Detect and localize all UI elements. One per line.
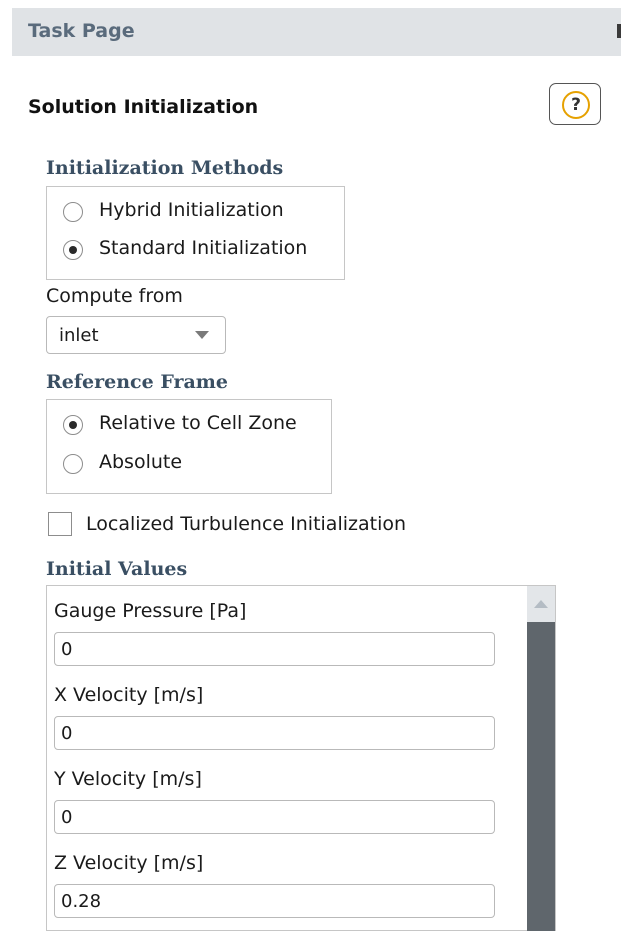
panel-edge-handle[interactable] bbox=[617, 24, 621, 38]
initial-values-scrollbar[interactable] bbox=[527, 586, 555, 931]
init-methods-group: Hybrid Initialization Standard Initializ… bbox=[46, 186, 345, 280]
compute-from-value: inlet bbox=[59, 325, 99, 346]
radio-button[interactable] bbox=[63, 240, 83, 260]
y-velocity-label: Y Velocity [m/s] bbox=[54, 768, 202, 790]
compute-from-dropdown[interactable]: inlet bbox=[46, 316, 226, 354]
chevron-up-icon bbox=[534, 600, 548, 608]
x-velocity-label: X Velocity [m/s] bbox=[54, 684, 204, 706]
help-button[interactable]: ? bbox=[549, 83, 601, 125]
radio-label: Standard Initialization bbox=[99, 237, 308, 259]
reference-frame-group: Relative to Cell Zone Absolute bbox=[46, 399, 332, 494]
radio-label: Absolute bbox=[99, 451, 183, 473]
task-page-title: Task Page bbox=[28, 20, 135, 42]
question-mark-icon: ? bbox=[562, 91, 590, 119]
initial-values-panel: Gauge Pressure [Pa] X Velocity [m/s] Y V… bbox=[46, 585, 556, 931]
task-page-header: Task Page bbox=[12, 8, 621, 56]
scroll-up-button[interactable] bbox=[527, 586, 555, 622]
panel-title: Solution Initialization bbox=[28, 96, 259, 118]
gauge-pressure-input[interactable] bbox=[54, 632, 495, 666]
chevron-down-icon bbox=[195, 331, 209, 339]
z-velocity-label: Z Velocity [m/s] bbox=[54, 852, 204, 874]
radio-button[interactable] bbox=[63, 454, 83, 474]
x-velocity-input[interactable] bbox=[54, 716, 495, 750]
localized-turbulence-checkbox[interactable] bbox=[48, 512, 72, 536]
localized-turbulence-label: Localized Turbulence Initialization bbox=[86, 513, 407, 535]
gauge-pressure-label: Gauge Pressure [Pa] bbox=[54, 600, 247, 622]
y-velocity-input[interactable] bbox=[54, 800, 495, 834]
reference-frame-title: Reference Frame bbox=[46, 371, 228, 393]
init-methods-title: Initialization Methods bbox=[46, 157, 284, 179]
radio-label: Relative to Cell Zone bbox=[99, 412, 297, 434]
compute-from-label: Compute from bbox=[46, 285, 183, 307]
radio-label: Hybrid Initialization bbox=[99, 199, 284, 221]
radio-button[interactable] bbox=[63, 415, 83, 435]
radio-button[interactable] bbox=[63, 202, 83, 222]
z-velocity-input[interactable] bbox=[54, 884, 495, 918]
initial-values-title: Initial Values bbox=[46, 558, 188, 580]
